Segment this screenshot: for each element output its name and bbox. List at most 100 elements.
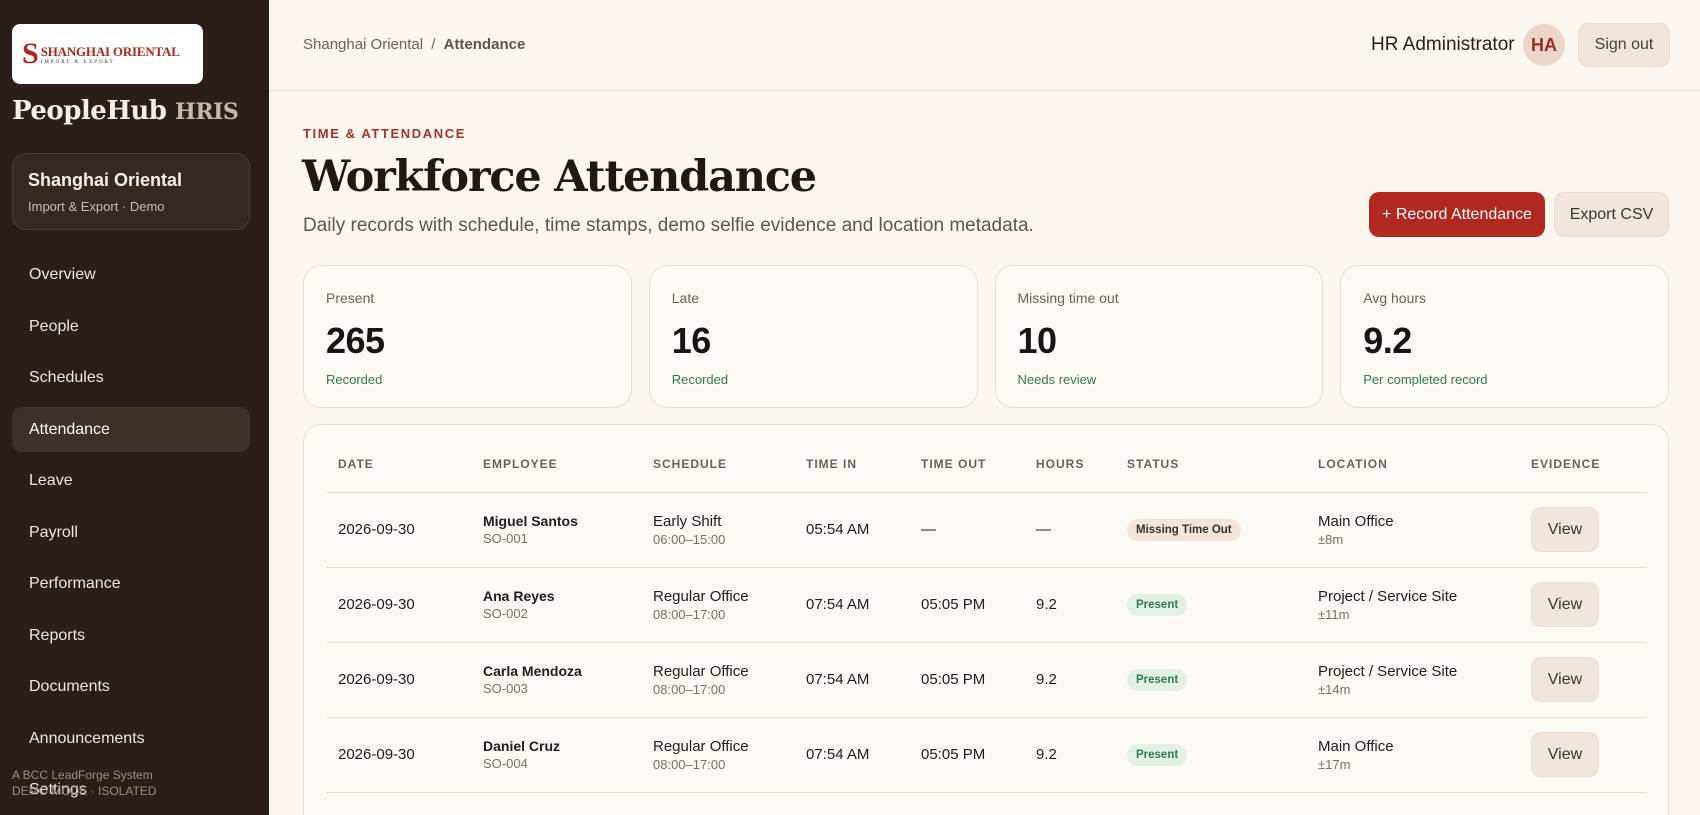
cell-status: Missing Time Out [1116,492,1307,568]
stat-value: 16 [671,320,712,361]
table-row[interactable]: 2026-09-30 Carla Mendoza SO-003 Regular … [327,642,1647,718]
cell-hours: 9.2 [1025,717,1116,793]
breadcrumb-root[interactable]: Shanghai Oriental [303,36,423,53]
employee-id: SO-003 [483,681,528,696]
sidebar-item-overview[interactable]: Overview [12,252,250,297]
org-switcher[interactable]: Shanghai Oriental Import & Export · Demo [12,153,250,230]
cell-schedule: Regular Office 08:00–17:00 [642,717,795,793]
record-attendance-button[interactable]: + Record Attendance [1369,192,1545,237]
brand-main: PeopleHub [12,96,167,126]
company-logo[interactable]: S SHANGHAI ORIENTAL IMPORT & EXPORT [12,24,203,84]
stat-note: Per completed record [1363,372,1488,387]
sidebar-item-schedules[interactable]: Schedules [12,355,250,400]
cell-evidence: View [1520,717,1647,793]
stat-note: Recorded [671,372,729,387]
sidebar-item-documents[interactable]: Documents [12,664,250,709]
cell-schedule: Regular Office 08:00–17:00 [642,567,795,643]
column-header-date[interactable]: DATE [327,437,472,493]
cell-hours: — [1025,492,1116,568]
column-header-hours[interactable]: HOURS [1025,437,1116,493]
cell-hours: 9.2 [1025,567,1116,643]
cell-location: Project / Service Site ±14m [1307,642,1520,718]
stat-note: Recorded [326,372,383,387]
sidebar-nav: Overview People Schedules Attendance Lea… [12,252,250,815]
location-accuracy: ±17m [1318,756,1351,772]
location-accuracy: ±11m [1318,606,1350,622]
column-header-time-in[interactable]: TIME IN [795,437,910,493]
location-accuracy: ±14m [1318,681,1351,697]
stat-value: 10 [1017,320,1058,361]
sidebar-item-performance[interactable]: Performance [12,561,250,606]
sidebar: S SHANGHAI ORIENTAL IMPORT & EXPORT Peop… [0,0,269,815]
stat-note: Needs review [1017,372,1097,387]
cell-location: Project / Service Site ±11m [1307,567,1520,643]
cell-employee: Miguel Santos SO-001 [472,492,642,568]
column-header-time-out[interactable]: TIME OUT [910,437,1025,493]
cell-evidence: View [1520,642,1647,718]
view-evidence-button[interactable]: View [1531,582,1599,627]
cell-time-out: 05:05 PM [910,717,1025,793]
cell-evidence: View [1520,492,1647,568]
cell-status: Present [1116,642,1307,718]
table-row[interactable]: 2026-09-30 Daniel Cruz SO-004 Regular Of… [327,717,1647,793]
breadcrumb-current: Attendance [443,36,526,53]
stat-card-avg-hours: Avg hours 9.2 Per completed record [1340,265,1669,408]
attendance-table-card: DATE EMPLOYEE SCHEDULE TIME IN TIME OUT … [303,424,1669,815]
sidebar-item-reports[interactable]: Reports [12,613,250,658]
location-name: Main Office [1318,512,1394,530]
cell-date: 2026-09-30 [327,717,472,793]
status-badge: Present [1127,668,1188,691]
cell-date: 2026-09-30 [327,492,472,568]
view-evidence-button[interactable]: View [1531,657,1599,702]
location-name: Project / Service Site [1318,587,1458,605]
status-badge: Present [1127,743,1188,766]
cell-status: Present [1116,717,1307,793]
cell-time-in: 07:54 AM [795,642,910,718]
employee-name[interactable]: Ana Reyes [483,588,642,604]
column-header-schedule[interactable]: SCHEDULE [642,437,795,493]
cell-employee: Carla Mendoza SO-003 [472,642,642,718]
avatar[interactable]: HA [1523,24,1565,66]
stat-label: Missing time out [1017,290,1119,306]
sign-out-button[interactable]: Sign out [1578,23,1670,67]
table-row[interactable]: 2026-09-30 Ana Reyes SO-002 Regular Offi… [327,567,1647,643]
employee-id: SO-002 [483,606,528,621]
employee-name[interactable]: Miguel Santos [483,513,642,529]
view-evidence-button[interactable]: View [1531,732,1599,777]
location-name: Project / Service Site [1318,662,1458,680]
column-header-status[interactable]: STATUS [1116,437,1307,493]
cell-hours: 9.2 [1025,642,1116,718]
sidebar-item-people[interactable]: People [12,304,250,349]
schedule-hours: 08:00–17:00 [653,681,726,697]
schedule-name: Early Shift [653,512,722,530]
cell-location: Main Office ±8m [1307,492,1520,568]
footer-line-2: DEMO MODE · ISOLATED [12,784,157,798]
table-row[interactable]: 2026-09-30 Miguel Santos SO-001 Early Sh… [327,492,1647,568]
sidebar-item-attendance[interactable]: Attendance [12,406,250,452]
column-header-employee[interactable]: EMPLOYEE [472,437,642,493]
cell-date: 2026-09-30 [327,567,472,643]
sidebar-item-payroll[interactable]: Payroll [12,510,250,555]
cell-schedule: Early Shift 06:00–15:00 [642,492,795,568]
stat-card-present: Present 265 Recorded [303,265,632,408]
status-badge: Missing Time Out [1127,518,1241,541]
cell-time-out: — [910,492,1025,568]
page-title: Workforce Attendance [302,152,817,202]
page-subtitle: Daily records with schedule, time stamps… [303,215,1034,236]
logo-name: SHANGHAI ORIENTAL [40,43,180,59]
stat-label: Present [326,290,375,306]
app-brand: PeopleHub HRIS [12,96,239,126]
schedule-hours: 06:00–15:00 [653,531,726,547]
column-header-location[interactable]: LOCATION [1307,437,1520,493]
view-evidence-button[interactable]: View [1531,507,1599,552]
sidebar-item-leave[interactable]: Leave [12,458,250,503]
employee-name[interactable]: Daniel Cruz [483,738,642,754]
stat-label: Avg hours [1363,290,1427,306]
export-csv-button[interactable]: Export CSV [1554,192,1669,237]
schedule-name: Regular Office [653,587,749,605]
stat-value: 9.2 [1363,320,1412,361]
sidebar-item-announcements[interactable]: Announcements [12,716,250,761]
employee-name[interactable]: Carla Mendoza [483,663,642,679]
cell-date: 2026-09-30 [327,642,472,718]
logo-sub: IMPORT & EXPORT [40,59,115,65]
